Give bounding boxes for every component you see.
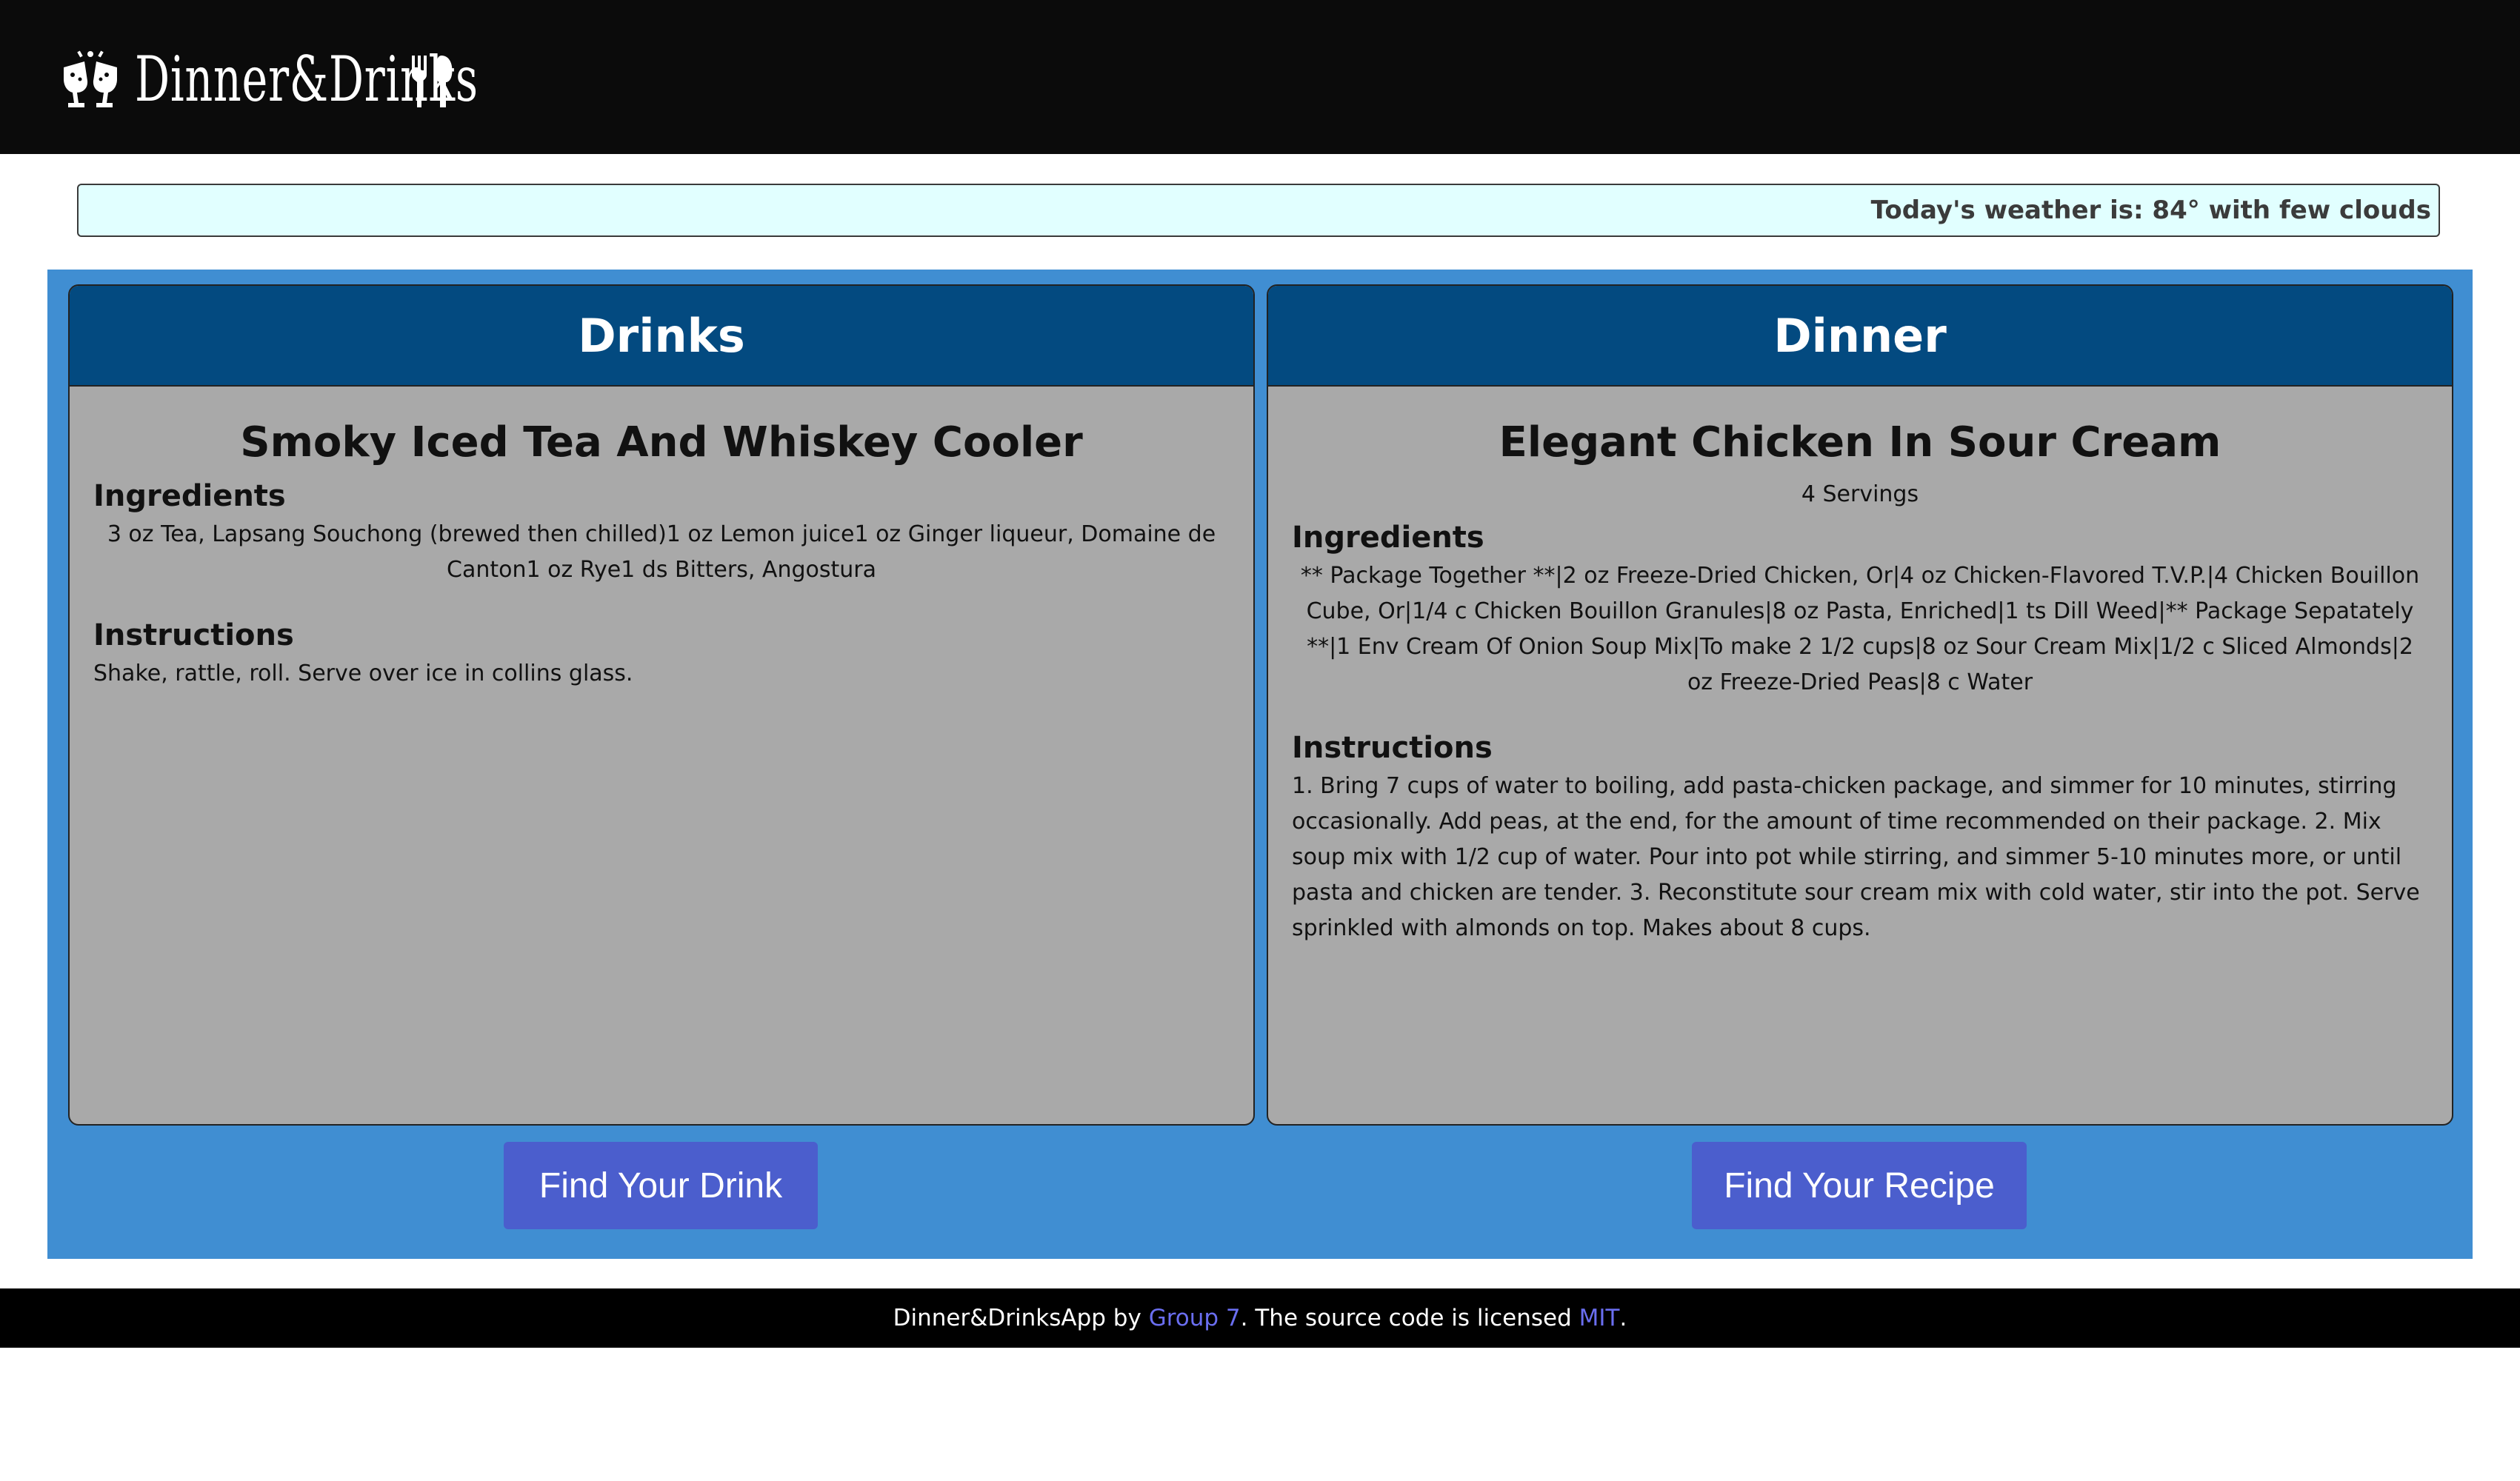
- dinner-ingredients: ** Package Together **|2 oz Freeze-Dried…: [1300, 563, 2420, 695]
- footer-middle: . The source code is licensed: [1240, 1305, 1579, 1331]
- dinner-body: Elegant Chicken In Sour Cream 4 Servings…: [1268, 387, 2452, 961]
- license-link[interactable]: MIT: [1579, 1305, 1620, 1331]
- footer-prefix: Dinner&DrinksApp by: [893, 1305, 1149, 1331]
- dinner-servings: 4 Servings: [1801, 481, 1919, 507]
- drink-instructions: Shake, rattle, roll. Serve over ice in c…: [93, 661, 633, 686]
- drink-ingredients: 3 oz Tea, Lapsang Souchong (brewed then …: [107, 521, 1216, 583]
- find-recipe-button[interactable]: Find Your Recipe: [1692, 1142, 2027, 1229]
- dinner-header: Dinner: [1268, 286, 2452, 387]
- drink-title: Smoky Iced Tea And Whiskey Cooler: [240, 418, 1083, 467]
- main-content: Drinks Smoky Iced Tea And Whiskey Cooler…: [47, 270, 2473, 1259]
- brand-logo[interactable]: Dinner&Drinks: [59, 39, 479, 120]
- footer-suffix: .: [1619, 1305, 1627, 1331]
- brand-title: Dinner&Drinks: [135, 43, 479, 116]
- dinner-title: Elegant Chicken In Sour Cream: [1499, 418, 2221, 467]
- dinner-card: Dinner Elegant Chicken In Sour Cream 4 S…: [1267, 284, 2453, 1126]
- drinks-header: Drinks: [70, 286, 1253, 387]
- drink-instructions-label: Instructions: [93, 618, 294, 652]
- group-link[interactable]: Group 7: [1149, 1305, 1241, 1331]
- dinner-instructions-label: Instructions: [1292, 731, 1493, 765]
- dinner-instructions: 1. Bring 7 cups of water to boiling, add…: [1292, 773, 2420, 941]
- cheers-glasses-icon: [59, 48, 121, 110]
- drink-ingredients-label: Ingredients: [93, 479, 286, 513]
- drinks-card: Drinks Smoky Iced Tea And Whiskey Cooler…: [68, 284, 1255, 1126]
- site-footer: Dinner&DrinksApp by Group 7. The source …: [0, 1288, 2520, 1348]
- weather-banner: Today's weather is: 84° with few clouds: [77, 184, 2440, 237]
- find-drink-button[interactable]: Find Your Drink: [504, 1142, 818, 1229]
- site-header: Dinner&Drinks: [0, 0, 2520, 154]
- dinner-ingredients-label: Ingredients: [1292, 521, 1484, 555]
- weather-text: Today's weather is: 84° with few clouds: [1870, 195, 2431, 225]
- drinks-body: Smoky Iced Tea And Whiskey Cooler Ingred…: [70, 387, 1253, 706]
